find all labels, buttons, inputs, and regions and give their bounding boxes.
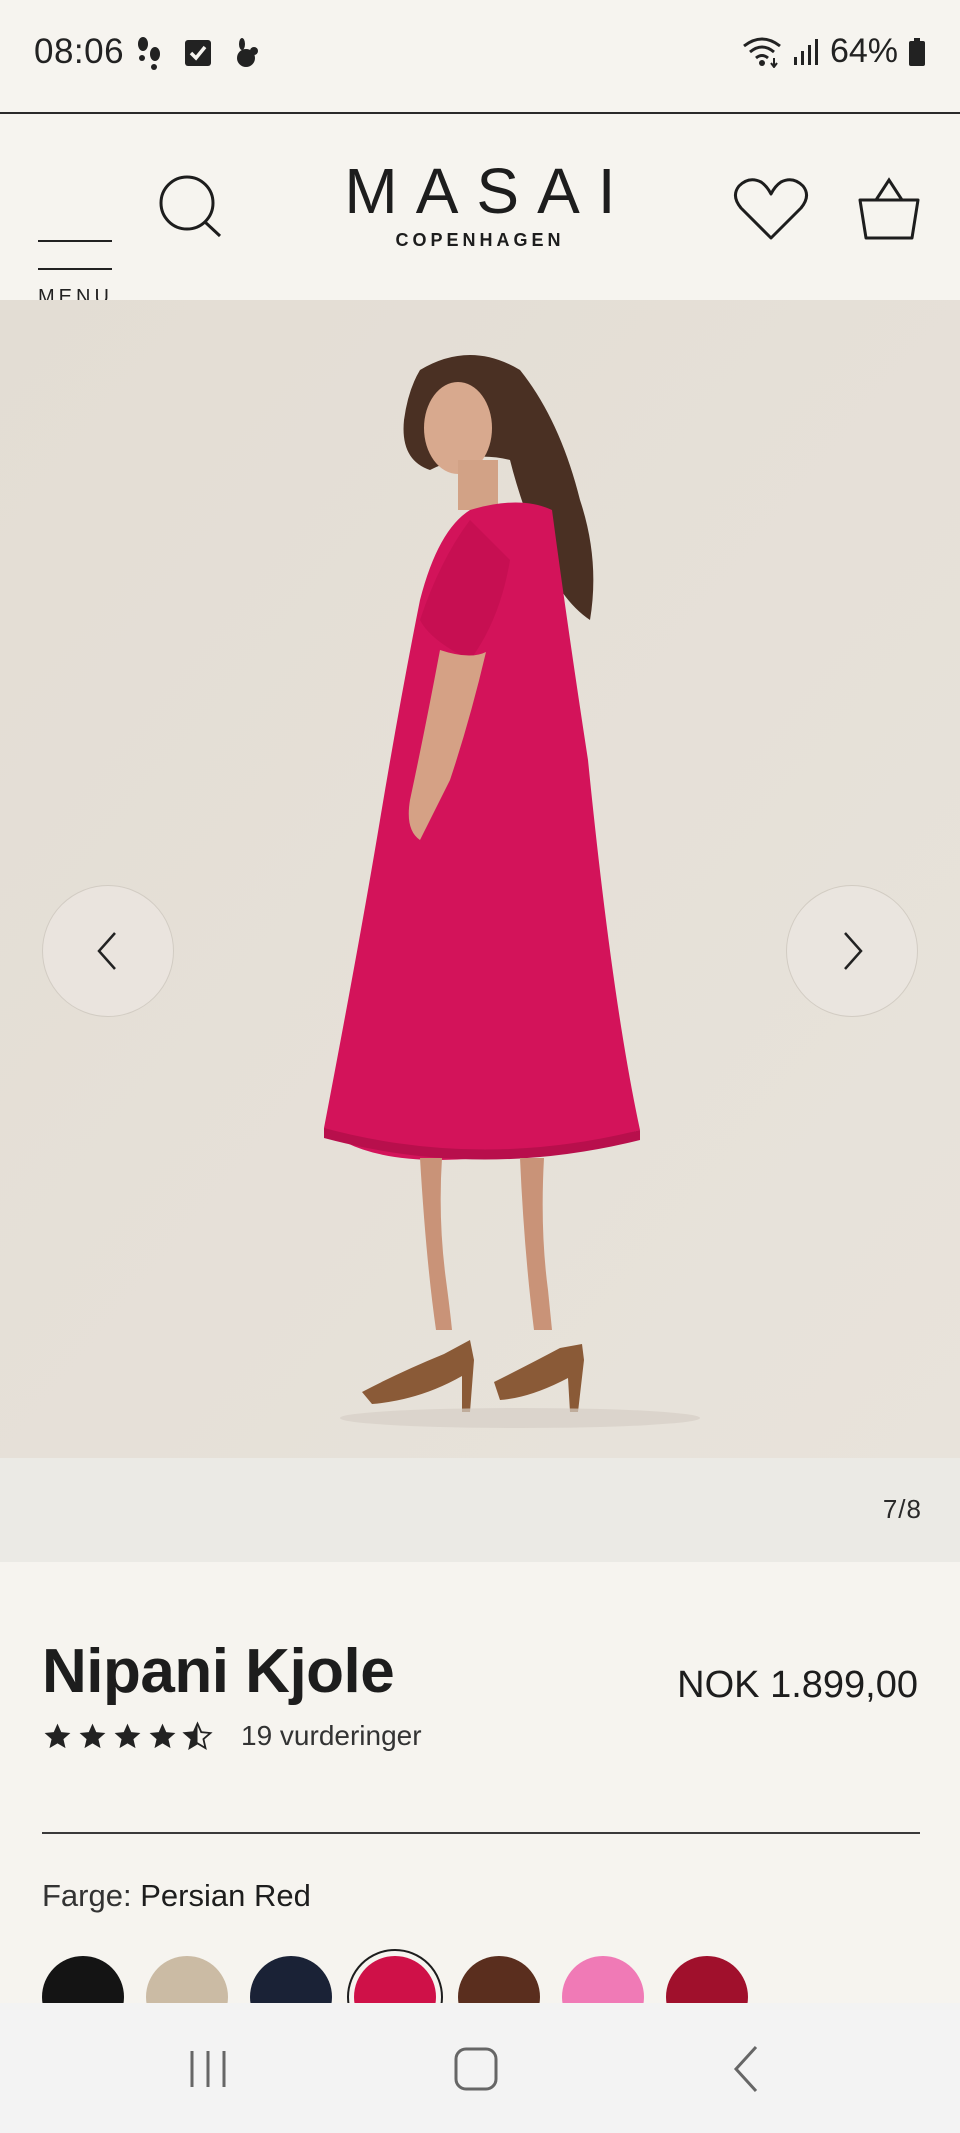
star-half-icon xyxy=(182,1720,213,1750)
status-bar: 08:06 64% xyxy=(0,0,960,112)
battery-icon xyxy=(909,37,925,66)
footsteps-icon xyxy=(138,37,160,70)
color-label: Farge: xyxy=(42,1878,132,1913)
color-value: Persian Red xyxy=(140,1878,311,1913)
brand-logo[interactable]: MASAI COPENHAGEN xyxy=(0,154,960,251)
brand-name: MASAI xyxy=(344,155,634,227)
status-time: 08:06 xyxy=(34,32,125,71)
home-button[interactable] xyxy=(446,2041,506,2097)
color-row: Farge: Persian Red xyxy=(42,1878,311,1914)
gallery-counter: 7/8 xyxy=(882,1494,922,1524)
signal-icon xyxy=(793,38,818,65)
brand-sub: COPENHAGEN xyxy=(395,230,565,250)
heart-icon xyxy=(734,178,808,240)
wishlist-button[interactable] xyxy=(733,174,809,244)
notification-icons xyxy=(134,36,260,70)
gallery-counter-strip: 7/8 xyxy=(0,1458,960,1562)
system-nav-bar xyxy=(0,2003,960,2133)
product-rating[interactable]: 19 vurderinger xyxy=(42,1720,422,1752)
shopping-bag-icon xyxy=(858,177,920,240)
product-price: NOK 1.899,00 xyxy=(677,1664,918,1706)
star-icon xyxy=(79,1723,106,1748)
gallery-prev-button[interactable] xyxy=(42,885,174,1017)
star-icon xyxy=(114,1723,141,1748)
home-icon xyxy=(454,2047,498,2091)
back-icon xyxy=(733,2045,758,2093)
star-icon xyxy=(149,1723,176,1748)
checkbox-icon xyxy=(185,40,211,66)
status-right: 64% xyxy=(742,32,926,71)
bag-button[interactable] xyxy=(856,174,922,244)
back-button[interactable] xyxy=(718,2041,778,2097)
section-divider xyxy=(42,1832,920,1834)
battery-percent: 64% xyxy=(829,32,898,70)
gallery-next-button[interactable] xyxy=(786,885,918,1017)
chevron-left-icon xyxy=(97,932,116,970)
product-photo xyxy=(0,300,960,1458)
product-gallery[interactable] xyxy=(0,300,960,1458)
menu-line xyxy=(38,268,112,270)
recent-apps-button[interactable] xyxy=(178,2041,238,2097)
recent-apps-icon xyxy=(190,2051,226,2087)
rating-stars xyxy=(42,1720,213,1752)
site-header: MENU MASAI COPENHAGEN xyxy=(0,114,960,308)
product-title: Nipani Kjole xyxy=(42,1637,395,1706)
wifi-icon xyxy=(743,37,781,68)
star-icon xyxy=(44,1723,71,1748)
rabbit-icon xyxy=(237,38,258,67)
rating-count[interactable]: 19 vurderinger xyxy=(241,1720,422,1752)
chevron-right-icon xyxy=(844,932,863,970)
